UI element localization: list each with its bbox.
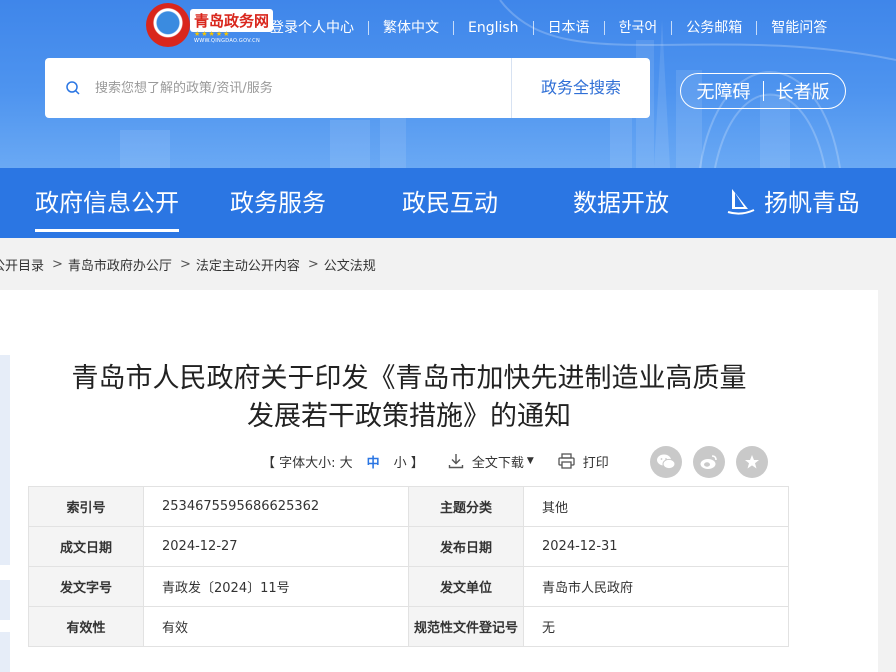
meta-value: 其他 [523, 486, 789, 527]
meta-key: 发文单位 [408, 566, 524, 607]
wechat-icon [657, 454, 676, 470]
sail-icon [727, 189, 755, 215]
download-label: 全文下载 [471, 455, 524, 471]
breadcrumb: 公开目录 > 青岛市政府办公厅 > 法定主动公开内容 > 公文法规 [0, 254, 376, 274]
font-size-small[interactable]: 小 】 [394, 452, 424, 471]
top-links: 登录个人中心 繁体中文 English 日本语 한국어 公务邮箱 智能问答 [270, 18, 841, 38]
top-link-japanese[interactable]: 日本语 [534, 18, 604, 38]
barrier-free-button[interactable]: 无障碍 [685, 78, 763, 104]
favorite-button[interactable] [736, 446, 768, 478]
meta-key: 发布日期 [408, 526, 524, 567]
meta-value: 青岛市人民政府 [523, 566, 789, 607]
search-button[interactable]: 政务全搜索 [512, 58, 650, 118]
document-title-line: 发展若干政策措施》的通知 [247, 401, 571, 432]
side-strip [0, 355, 10, 565]
breadcrumb-item[interactable]: 公开目录 [0, 255, 44, 274]
accessibility-switch: 无障碍 长者版 [680, 73, 846, 109]
nav-item-services[interactable]: 政务服务 [230, 168, 326, 238]
breadcrumb-separator: > [307, 256, 319, 272]
top-link-mail[interactable]: 公务邮箱 [672, 18, 756, 38]
download-button[interactable]: 全文下载 ▼ [448, 452, 534, 471]
nav-item-gov-info[interactable]: 政府信息公开 [35, 168, 179, 238]
print-button[interactable]: 打印 [558, 452, 609, 471]
top-link-login[interactable]: 登录个人中心 [270, 18, 368, 38]
meta-value: 有效 [143, 606, 409, 647]
nav-item-label: 扬帆青岛 [764, 189, 860, 217]
breadcrumb-separator: > [52, 256, 63, 272]
table-row: 成文日期 2024-12-27 发布日期 2024-12-31 [28, 526, 789, 567]
font-size-large[interactable]: 【 字体大小: 大 [262, 452, 353, 471]
table-row: 发文字号 青政发〔2024〕11号 发文单位 青岛市人民政府 [28, 566, 789, 607]
table-row: 索引号 2534675595686625362 主题分类 其他 [28, 486, 789, 527]
meta-value: 2024-12-27 [143, 526, 409, 567]
nav-item-interaction[interactable]: 政民互动 [402, 168, 498, 238]
nav-item-open-data[interactable]: 数据开放 [573, 168, 669, 238]
table-row: 有效性 有效 规范性文件登记号 无 [28, 606, 789, 647]
meta-value: 青政发〔2024〕11号 [143, 566, 409, 607]
meta-key: 有效性 [28, 606, 144, 647]
logo-emblem [146, 3, 190, 47]
meta-key: 发文字号 [28, 566, 144, 607]
header-banner: 青岛政务网 ★★★★★ WWW.QINGDAO.GOV.CN 登录个人中心 繁体… [0, 0, 896, 168]
search-bar: 政务全搜索 [45, 58, 650, 118]
meta-value: 无 [523, 606, 789, 647]
document-tools: 【 字体大小: 大 中 小 】 全文下载 ▼ 打印 [262, 450, 609, 472]
breadcrumb-separator: > [179, 256, 191, 272]
breadcrumb-item[interactable]: 青岛市政府办公厅 [68, 255, 172, 274]
meta-key: 索引号 [28, 486, 144, 527]
meta-key: 主题分类 [408, 486, 524, 527]
main-nav: 政府信息公开 政务服务 政民互动 数据开放 扬帆青岛 [0, 168, 896, 238]
logo-stars: ★★★★★ [194, 30, 231, 38]
search-icon [66, 81, 80, 95]
star-icon [745, 455, 759, 469]
site-logo[interactable]: 青岛政务网 ★★★★★ WWW.QINGDAO.GOV.CN [146, 3, 274, 47]
side-strip [0, 632, 10, 672]
meta-value: 2534675595686625362 [143, 486, 409, 527]
logo-url: WWW.QINGDAO.GOV.CN [194, 38, 261, 44]
share-wechat-button[interactable] [650, 446, 682, 478]
top-link-traditional[interactable]: 繁体中文 [369, 18, 453, 38]
breadcrumb-item[interactable]: 公文法规 [324, 255, 376, 274]
document-meta-table: 索引号 2534675595686625362 主题分类 其他 成文日期 202… [28, 486, 789, 647]
meta-value: 2024-12-31 [523, 526, 789, 567]
weibo-icon [700, 455, 717, 469]
document-title-line: 青岛市人民政府关于印发《青岛市加快先进制造业高质量 [71, 363, 747, 394]
logo-title: 青岛政务网 [190, 9, 274, 32]
download-icon [448, 454, 464, 469]
meta-key: 成文日期 [28, 526, 144, 567]
breadcrumb-item[interactable]: 法定主动公开内容 [196, 255, 300, 274]
printer-icon [558, 453, 575, 469]
side-strip [0, 580, 10, 620]
meta-key: 规范性文件登记号 [408, 606, 524, 647]
document-title: 青岛市人民政府关于印发《青岛市加快先进制造业高质量 发展若干政策措施》的通知 [24, 360, 794, 436]
share-weibo-button[interactable] [693, 446, 725, 478]
nav-item-sail-qingdao[interactable]: 扬帆青岛 [726, 168, 860, 238]
print-label: 打印 [582, 455, 609, 471]
top-link-qa[interactable]: 智能问答 [757, 18, 841, 38]
font-size-medium[interactable]: 中 [367, 452, 380, 471]
top-link-english[interactable]: English [454, 18, 533, 38]
search-input[interactable] [95, 74, 495, 102]
elder-mode-button[interactable]: 长者版 [764, 78, 842, 104]
chevron-down-icon: ▼ [526, 456, 534, 466]
top-link-korean[interactable]: 한국어 [605, 18, 672, 38]
